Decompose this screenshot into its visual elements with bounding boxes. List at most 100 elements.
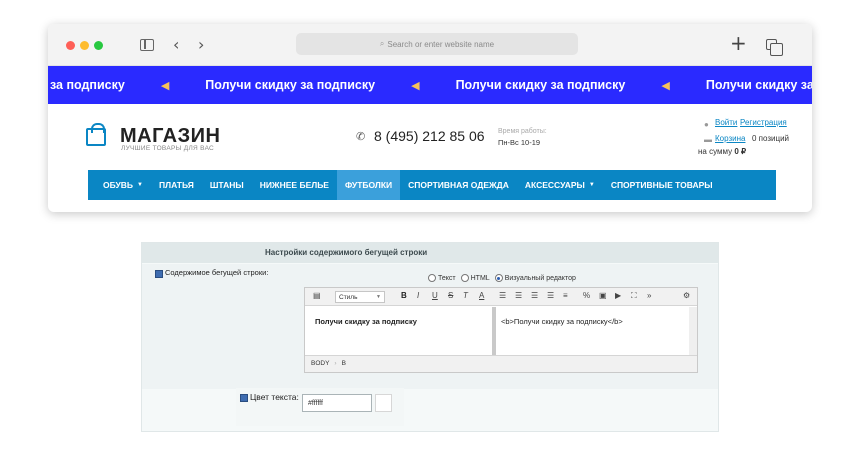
settings-gear-icon[interactable]: ⚙: [683, 291, 690, 300]
browser-titlebar: ‹ › ⌕ Search or enter website name +: [48, 24, 812, 66]
bullet-list-icon[interactable]: ☰: [515, 291, 522, 300]
megaphone-icon: ◀: [160, 79, 170, 92]
phone-icon: ✆: [356, 131, 366, 143]
menu-item[interactable]: ФУТБОЛКИ: [336, 170, 401, 200]
color-input[interactable]: #ffffff: [302, 394, 372, 412]
status-separator: ›: [334, 360, 337, 367]
menu-item[interactable]: НИЖНЕЕ БЕЛЬЕ: [252, 170, 337, 200]
content-help-icon[interactable]: [155, 270, 163, 278]
hours: Пн-Вс 10-19: [498, 138, 541, 147]
editor-toolbar: ▤ Стиль ▼ B I U S T A ☰ ☰ ☰ ☰ ≡ % ▣ ▶ ⛶ »…: [305, 288, 697, 306]
radio-visual-label[interactable]: Визуальный редактор: [505, 275, 576, 282]
cart-sum-prefix: на сумму: [698, 147, 733, 156]
color-swatch[interactable]: [375, 394, 392, 412]
zoom-window-button[interactable]: [94, 41, 103, 50]
cart-icon: ▬: [704, 135, 712, 144]
menu-item[interactable]: ШТАНЫ: [202, 170, 252, 200]
status-body-tag[interactable]: BODY: [311, 360, 329, 367]
close-window-button[interactable]: [66, 41, 75, 50]
radio-html-label[interactable]: HTML: [471, 275, 490, 282]
main-menu: ОБУВЬ ▼ ПЛАТЬЯ ШТАНЫ НИЖНЕЕ БЕЛЬЕ ФУТБОЛКИ СПО…: [88, 170, 776, 200]
color-label: Цвет текста:: [250, 392, 299, 402]
menu-item-label: СПОРТИВНЫЕ ТОВАРЫ: [610, 180, 713, 190]
clear-format-icon[interactable]: T: [463, 291, 468, 300]
sidebar-icon[interactable]: [140, 39, 154, 51]
video-icon[interactable]: ▶: [615, 291, 621, 300]
strikethrough-icon[interactable]: S: [448, 291, 453, 300]
address-placeholder: Search or enter website name: [387, 39, 495, 49]
menu-item-label: АКСЕССУАРЫ: [524, 180, 585, 190]
menu-item[interactable]: СПОРТИВНАЯ ОДЕЖДА: [400, 170, 517, 200]
status-b-tag[interactable]: B: [342, 360, 346, 367]
align-icon[interactable]: ≡: [563, 291, 568, 300]
text-color-icon[interactable]: A: [479, 291, 484, 300]
link-icon[interactable]: %: [583, 291, 590, 300]
menu-item-label: ФУТБОЛКИ: [344, 180, 393, 190]
menu-item-label: ШТАНЫ: [209, 180, 244, 190]
megaphone-icon: ◀: [661, 79, 670, 92]
ticker-text-lead: за подписку: [50, 78, 125, 92]
italic-icon[interactable]: I: [417, 291, 419, 300]
chevron-down-icon: ▼: [376, 294, 381, 300]
minimize-window-button[interactable]: [80, 41, 89, 50]
menu-item-label: ОБУВЬ: [103, 180, 134, 190]
ticker-text: Получи скидку за подписку: [205, 78, 376, 92]
tabs-icon[interactable]: [766, 39, 783, 56]
menu-item-label: НИЖНЕЕ БЕЛЬЕ: [259, 180, 329, 190]
more-icon[interactable]: »: [647, 291, 651, 300]
ticker-text: Получи скидку за подписку: [705, 78, 812, 92]
cart-sum: на сумму 0 ₽: [698, 147, 746, 156]
register-link[interactable]: Регистрация: [740, 118, 787, 127]
radio-text-label[interactable]: Текст: [438, 275, 456, 282]
user-icon: ●: [704, 120, 709, 129]
view-mode-icon[interactable]: ▤: [313, 291, 321, 300]
menu-item-label: ПЛАТЬЯ: [159, 180, 194, 190]
chevron-down-icon: ▼: [588, 182, 595, 188]
menu-item[interactable]: ПЛАТЬЯ: [151, 170, 202, 200]
visual-edit-area[interactable]: Получи скидку за подписку: [305, 307, 492, 355]
ordered-list-icon[interactable]: ☰: [499, 291, 506, 300]
search-icon: ⌕: [379, 39, 385, 48]
forward-icon[interactable]: ›: [198, 35, 204, 55]
ticker-row: за подписку ◀ Получи скидку за подписку ◀ По…: [48, 66, 812, 104]
address-bar[interactable]: ⌕ Search or enter website name: [296, 33, 578, 55]
image-icon[interactable]: ▣: [599, 291, 607, 300]
radio-visual[interactable]: [494, 274, 503, 282]
radio-html[interactable]: [460, 274, 469, 282]
menu-item-label: СПОРТИВНАЯ ОДЕЖДА: [408, 180, 509, 190]
megaphone-icon: ◀: [411, 79, 420, 92]
visual-editor: ▤ Стиль ▼ B I U S T A ☰ ☰ ☰ ☰ ≡ % ▣ ▶ ⛶ »…: [304, 287, 698, 373]
back-icon[interactable]: ‹: [173, 35, 179, 55]
settings-header: Настройки содержимого бегущей строки: [142, 243, 718, 263]
fullscreen-icon[interactable]: ⛶: [631, 291, 637, 301]
cart-sum-value: 0 ₽: [734, 147, 747, 156]
visual-content: Получи скидку за подписку: [315, 317, 417, 326]
phone-number[interactable]: 8 (495) 212 85 06: [374, 128, 485, 144]
content-label: Содержимое бегущей строки:: [165, 268, 269, 277]
menu-item[interactable]: СПОРТИВНЫЕ ТОВАРЫ: [603, 170, 721, 200]
menu-item[interactable]: ОБУВЬ ▼: [88, 170, 151, 200]
login-link[interactable]: Войти: [715, 118, 737, 127]
new-tab-icon[interactable]: +: [730, 33, 747, 53]
shopping-bag-icon[interactable]: [86, 123, 106, 146]
underline-icon[interactable]: U: [432, 291, 438, 300]
editor-mode-radio-group: Текст HTML Визуальный редактор: [428, 274, 581, 282]
radio-text[interactable]: [428, 274, 436, 282]
browser-window: ‹ › ⌕ Search or enter website name + за …: [48, 24, 812, 212]
logo-subtitle: ЛУЧШИЕ ТОВАРЫ ДЛЯ ВАС: [121, 145, 215, 152]
editor-statusbar: BODY › B: [305, 355, 697, 372]
cart-link[interactable]: Корзина: [715, 134, 745, 143]
cart-count: 0 позиций: [752, 134, 790, 143]
chevron-down-icon: ▼: [137, 182, 143, 188]
outdent-icon[interactable]: ☰: [531, 291, 538, 300]
marquee-ticker: за подписку ◀ Получи скидку за подписку ◀ По…: [48, 66, 812, 104]
color-help-icon[interactable]: [240, 394, 248, 402]
style-select[interactable]: Стиль ▼: [335, 291, 385, 303]
indent-icon[interactable]: ☰: [547, 291, 554, 300]
editor-scrollbar[interactable]: [689, 307, 697, 355]
source-edit-area[interactable]: <b>Получи скидку за подписку</b>: [496, 307, 689, 355]
ticker-text: Получи скидку за подписку: [455, 78, 626, 92]
bold-icon[interactable]: B: [401, 291, 407, 300]
source-content: <b>Получи скидку за подписку</b>: [501, 317, 623, 326]
menu-item[interactable]: АКСЕССУАРЫ ▼: [517, 170, 603, 200]
